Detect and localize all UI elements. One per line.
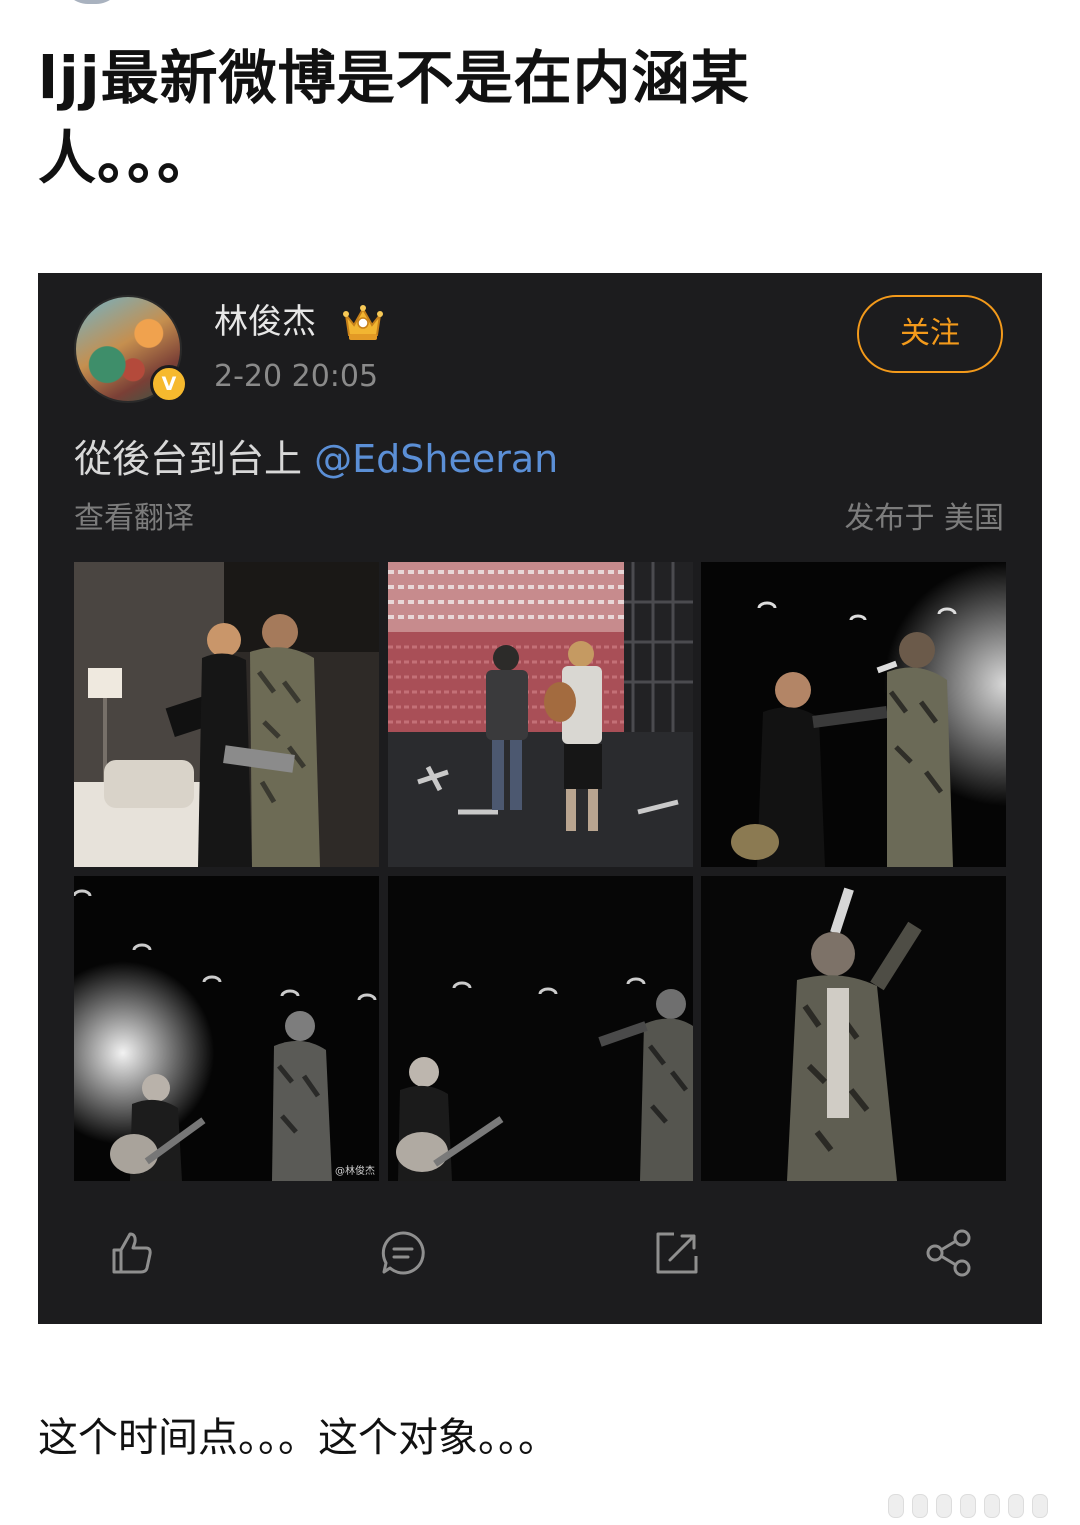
- crown-icon: [343, 305, 383, 340]
- post-title: ljj最新微博是不是在内涵某人。。。: [38, 44, 750, 192]
- photo-stadium[interactable]: [388, 562, 693, 867]
- weibo-post-card: V 林俊杰 2-20 20:05 关注 從後台到台上 @EdSheeran 查看…: [38, 273, 1042, 1324]
- cropped-avatar: [62, 0, 122, 4]
- photo-stage-singing[interactable]: [388, 876, 693, 1181]
- page-indicator: [888, 1490, 1068, 1520]
- page-indicator-dot: [960, 1494, 976, 1518]
- post-caption: 这个时间点。。。这个对象。。。: [38, 1415, 558, 1461]
- post-location: 发布于 美国: [844, 501, 1004, 536]
- post-text: 從後台到台上 @EdSheeran: [74, 433, 558, 485]
- follow-button[interactable]: 关注: [857, 295, 1003, 373]
- photo-spotlight-guitar[interactable]: @林俊杰: [74, 876, 379, 1181]
- user-name[interactable]: 林俊杰: [214, 299, 316, 345]
- share-icon[interactable]: [924, 1228, 974, 1278]
- verified-badge-icon: V: [150, 365, 188, 403]
- photo-backstage[interactable]: [74, 562, 379, 867]
- view-translation-link[interactable]: 查看翻译: [74, 499, 194, 539]
- photo-watermark: @林俊杰: [335, 1166, 375, 1177]
- screenshot-page: ljj最新微博是不是在内涵某人。。。 V 林俊杰 2-20 20:05 关注 從…: [0, 0, 1080, 1525]
- like-icon[interactable]: [106, 1228, 156, 1278]
- page-indicator-dot: [1032, 1494, 1048, 1518]
- comment-icon[interactable]: [378, 1228, 428, 1278]
- post-timestamp: 2-20 20:05: [214, 359, 379, 394]
- photo-solo-performance[interactable]: [701, 876, 1006, 1181]
- post-text-body: 從後台到台上: [74, 437, 303, 481]
- photo-stage-duet[interactable]: [701, 562, 1006, 867]
- repost-icon[interactable]: [652, 1228, 702, 1278]
- mention-link[interactable]: @EdSheeran: [314, 437, 558, 481]
- page-indicator-dot: [888, 1494, 904, 1518]
- page-indicator-dot: [1008, 1494, 1024, 1518]
- page-indicator-dot: [984, 1494, 1000, 1518]
- page-indicator-dot: [936, 1494, 952, 1518]
- page-indicator-dot: [912, 1494, 928, 1518]
